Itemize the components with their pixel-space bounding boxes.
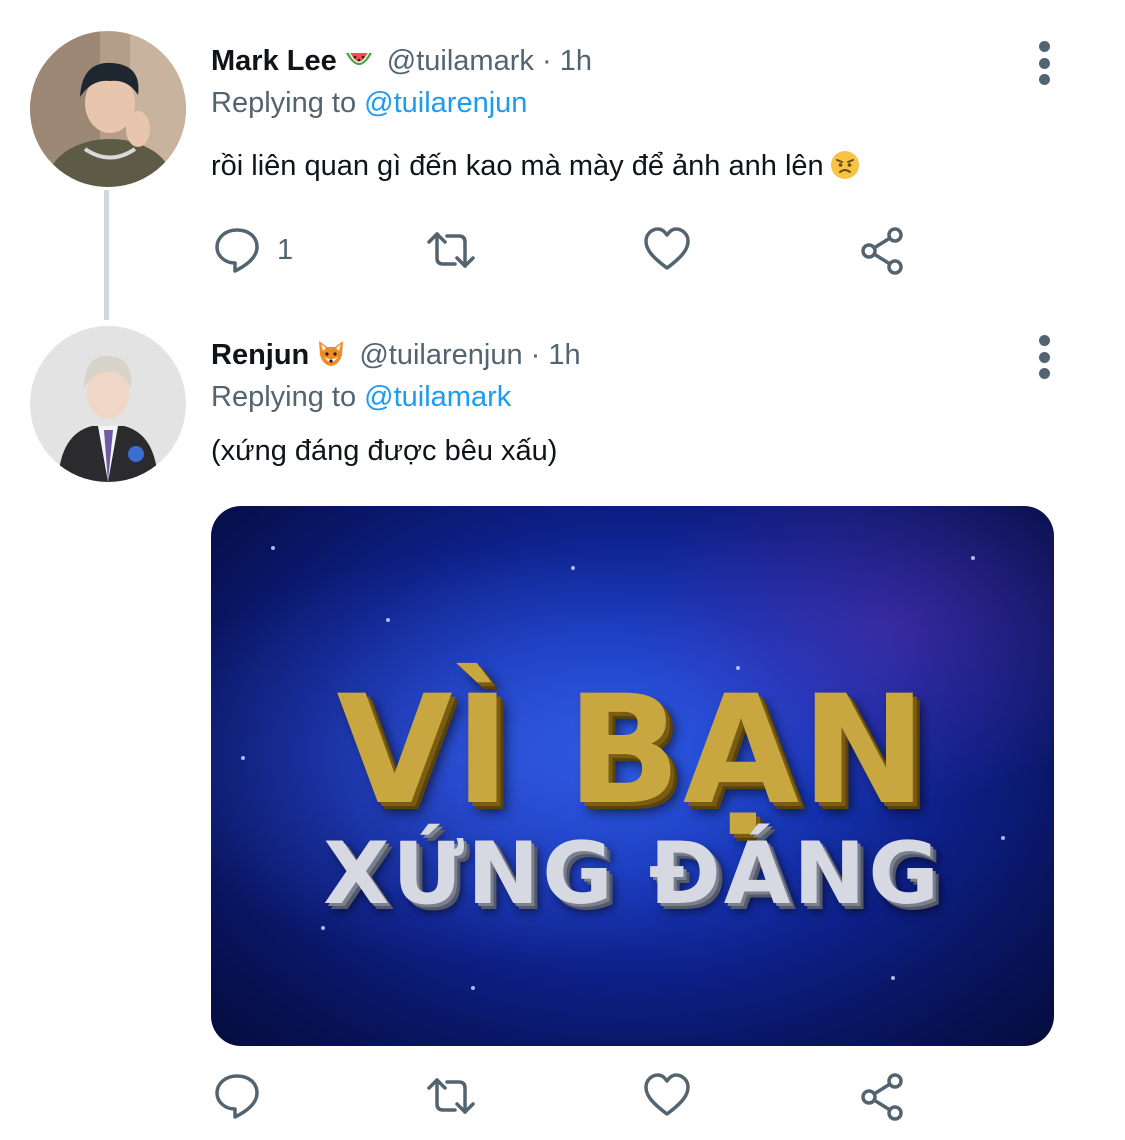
timestamp[interactable]: 1h [548,339,580,371]
heart-icon [644,227,690,270]
replying-to-mention[interactable]: @tuilarenjun [364,87,527,119]
display-name[interactable]: Mark Lee [211,45,337,77]
like-button[interactable] [641,1068,693,1124]
media-star [321,926,325,930]
media-star [891,976,895,980]
separator-dot: · [530,339,541,371]
tweet-media-image[interactable]: VÌ BẠN XỨNG ĐÁNG [211,506,1054,1046]
tweet-header: Mark Lee @tuilamark · 1h [211,43,592,79]
angry-face-emoji-icon [830,150,860,180]
share-icon [861,1073,903,1121]
media-star [271,546,275,550]
tweet-actions [211,1068,931,1124]
tweet-text: (xứng đáng được bêu xấu) [211,433,557,469]
separator-dot: · [541,45,552,77]
display-name[interactable]: Renjun [211,339,309,371]
media-star [471,986,475,990]
thread-connector-line [104,190,109,320]
media-title-line2: XỨNG ĐÁNG [323,824,942,924]
reply-icon [215,1074,259,1119]
replying-to-line: Replying to @tuilamark [211,379,511,415]
fox-emoji-icon [315,337,347,369]
user-handle[interactable]: @tuilamark [387,45,534,77]
avatar-mark-lee[interactable] [30,31,186,187]
heart-icon [644,1073,690,1116]
retweet-button[interactable] [425,1068,477,1124]
replying-to-line: Replying to @tuilarenjun [211,85,527,121]
replying-label: Replying to [211,87,357,119]
avatar-renjun[interactable] [30,326,186,482]
replying-to-mention[interactable]: @tuilamark [364,381,511,413]
reply-button[interactable] [211,1068,263,1124]
tweet-text-content: (xứng đáng được bêu xấu) [211,435,558,467]
user-handle[interactable]: @tuilarenjun [359,339,522,371]
reply-count: 1 [277,233,294,266]
media-star [386,618,390,622]
like-button[interactable] [641,222,693,278]
avatar-renjun-image [30,326,186,482]
tweet-actions: 1 [211,222,931,278]
retweet-button[interactable] [425,222,477,278]
reply-icon [215,228,259,273]
avatar-mark-lee-image [30,31,186,187]
retweet-icon [427,1078,475,1114]
media-title-line1: VÌ BẠN [336,664,929,838]
reply-button[interactable]: 1 [211,222,293,278]
tweet-text-content: rồi liên quan gì đến kao mà mày để ảnh a… [211,150,824,182]
tweet-text: rồi liên quan gì đến kao mà mày để ảnh a… [211,148,860,184]
watermelon-emoji-icon [343,43,375,75]
retweet-icon [427,232,475,268]
more-options-icon[interactable] [1029,335,1059,379]
media-star [971,556,975,560]
timestamp[interactable]: 1h [560,45,592,77]
media-star [571,566,575,570]
share-button[interactable] [857,222,909,278]
tweet-header: Renjun @tuilarenjun · 1h [211,337,581,373]
share-icon [861,227,903,275]
replying-label: Replying to [211,381,357,413]
share-button[interactable] [857,1068,909,1124]
more-options-icon[interactable] [1029,41,1059,85]
